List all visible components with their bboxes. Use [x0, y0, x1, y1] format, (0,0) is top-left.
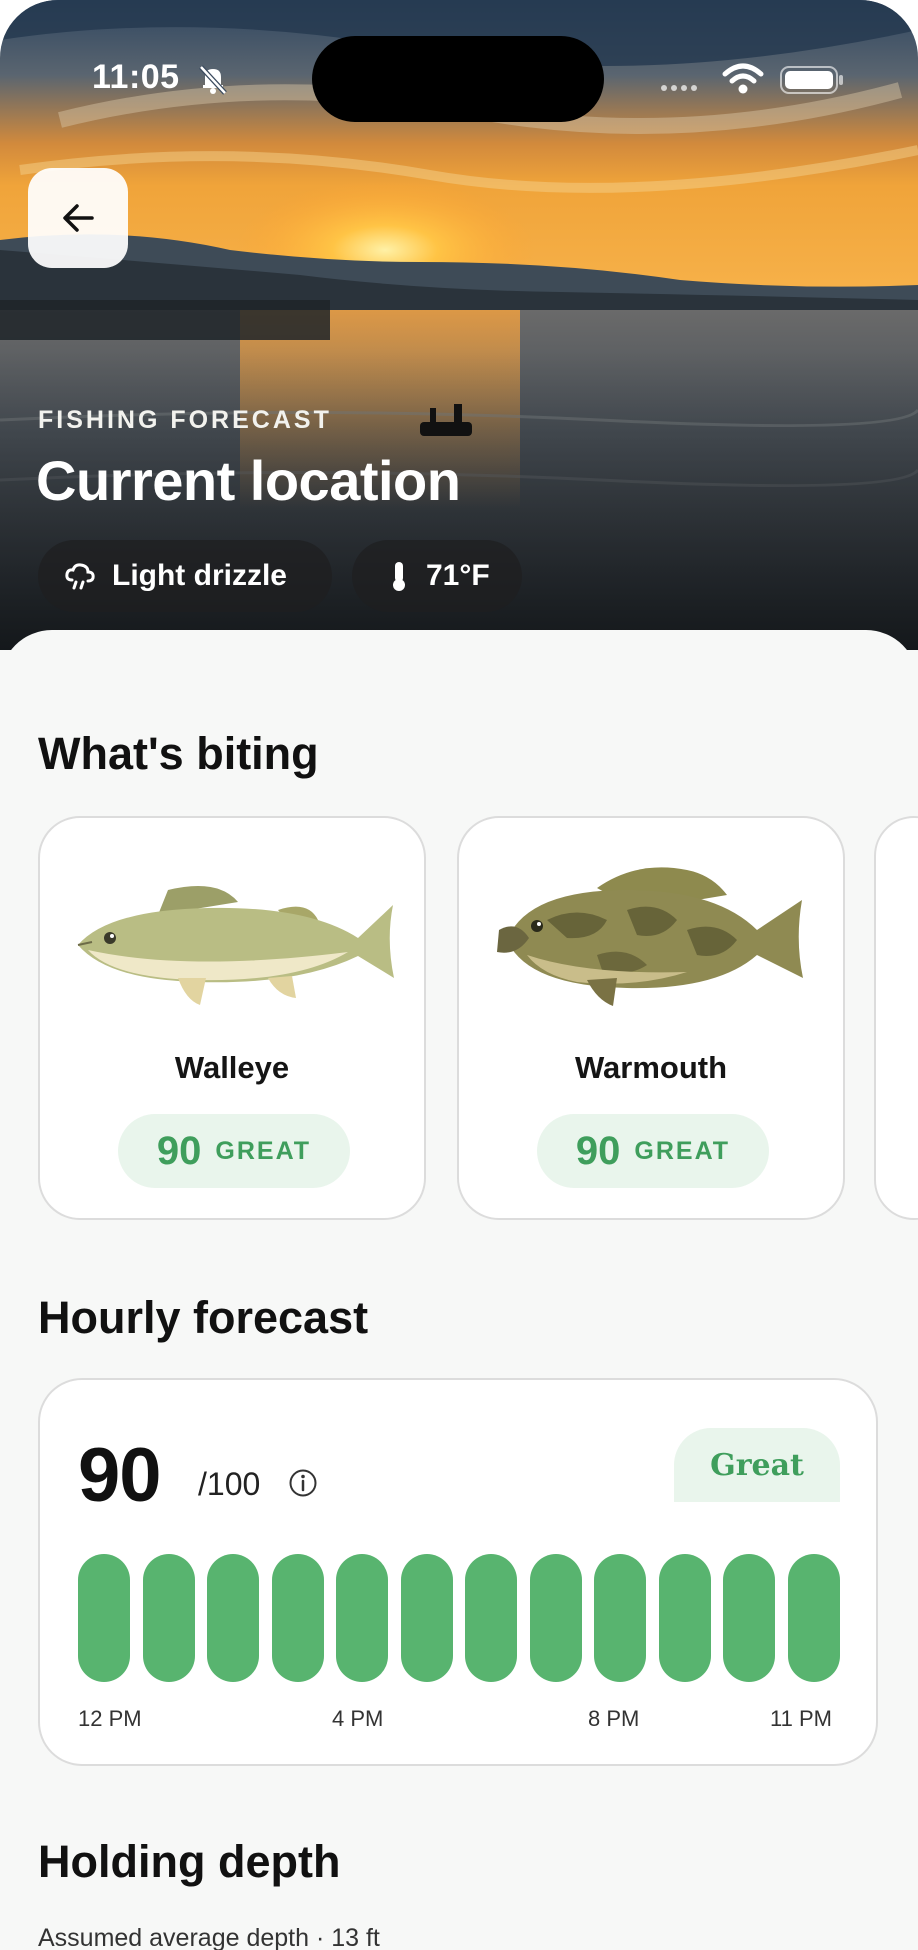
wifi-icon	[722, 63, 764, 94]
fish-name: Walleye	[174, 1050, 290, 1085]
hourly-forecast-heading: Hourly forecast	[38, 1292, 369, 1343]
info-icon[interactable]	[288, 1468, 318, 1498]
hour-bar[interactable]	[207, 1554, 260, 1682]
temperature-label: 71°F	[426, 559, 490, 592]
drizzle-cloud-icon	[65, 563, 95, 590]
hour-tick: 4 PM	[332, 1706, 384, 1731]
hour-tick: 11 PM	[770, 1706, 832, 1731]
hero-eyebrow: FISHING FORECAST	[38, 406, 332, 434]
overall-score: 90	[78, 1433, 162, 1518]
hourly-forecast-card: 90 /100 Great 12 PM 4 PM 8 PM 11 PM	[38, 1378, 878, 1766]
thermometer-icon	[393, 562, 405, 591]
battery-icon	[780, 66, 843, 94]
hour-bar[interactable]	[400, 1554, 453, 1682]
fish-name: Warmouth	[574, 1050, 728, 1085]
hour-bar[interactable]	[529, 1554, 582, 1682]
hour-tick: 8 PM	[588, 1706, 640, 1731]
fish-rating: GREAT	[634, 1136, 731, 1165]
arrow-left-icon	[63, 204, 94, 232]
fish-card-next-peek[interactable]	[874, 816, 918, 1220]
warmouth-fish-illustration	[497, 867, 803, 1006]
rating-badge: Great	[674, 1428, 840, 1502]
fish-score-badge: 90 GREAT	[537, 1114, 769, 1188]
bell-muted-icon	[199, 65, 227, 95]
dynamic-island	[312, 36, 604, 122]
cellular-signal-icon	[661, 85, 697, 91]
fish-rating: GREAT	[215, 1136, 312, 1165]
weather-chip: Light drizzle	[38, 540, 332, 612]
hour-bar[interactable]	[658, 1554, 711, 1682]
score-max: /100	[198, 1466, 261, 1502]
hour-bar[interactable]	[465, 1554, 518, 1682]
hour-bar[interactable]	[723, 1554, 776, 1682]
whats-biting-heading: What's biting	[38, 728, 319, 779]
hour-bar[interactable]	[142, 1554, 195, 1682]
hour-bar[interactable]	[594, 1554, 647, 1682]
hour-tick: 12 PM	[78, 1706, 142, 1731]
page-title: Current location	[36, 449, 461, 512]
walleye-fish-illustration	[77, 886, 394, 1005]
hour-bar[interactable]	[271, 1554, 324, 1682]
fish-score: 90	[156, 1128, 202, 1173]
fish-score: 90	[575, 1128, 621, 1173]
hour-bar[interactable]	[78, 1554, 130, 1682]
hour-bar[interactable]	[788, 1554, 840, 1682]
back-button[interactable]	[28, 168, 128, 268]
status-time: 11:05	[92, 58, 180, 96]
fish-score-badge: 90 GREAT	[118, 1114, 350, 1188]
holding-depth-subtitle: Assumed average depth · 13 ft	[38, 1924, 380, 1950]
app-screen: 11:05 FISHING FORECAST Current location …	[0, 0, 918, 1950]
fish-card-walleye[interactable]: Walleye 90 GREAT	[38, 816, 426, 1220]
hero-banner: 11:05 FISHING FORECAST Current location …	[0, 0, 918, 650]
hour-bar[interactable]	[336, 1554, 389, 1682]
temperature-chip: 71°F	[352, 540, 522, 612]
weather-label: Light drizzle	[112, 559, 287, 592]
holding-depth-heading: Holding depth	[38, 1836, 341, 1887]
hourly-bars	[78, 1554, 840, 1682]
fish-card-warmouth[interactable]: Warmouth 90 GREAT	[457, 816, 845, 1220]
